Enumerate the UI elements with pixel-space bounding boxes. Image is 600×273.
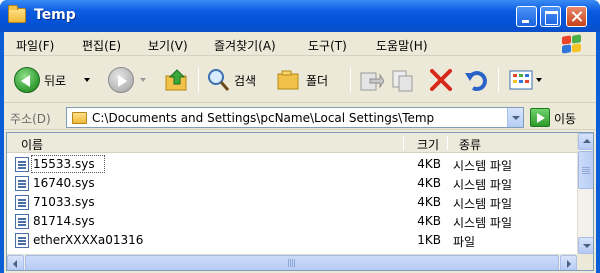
system-file-icon bbox=[15, 214, 29, 229]
system-file-icon bbox=[15, 195, 29, 210]
windows-logo-icon bbox=[560, 34, 584, 55]
scroll-up-button[interactable] bbox=[578, 133, 593, 150]
vertical-scrollbar[interactable] bbox=[577, 133, 593, 254]
scroll-left-button[interactable] bbox=[7, 255, 24, 270]
address-input[interactable]: C:\Documents and Settings\pcName\Local S… bbox=[66, 107, 524, 128]
delete-button[interactable] bbox=[428, 65, 454, 95]
system-file-icon bbox=[15, 157, 29, 172]
back-arrow-icon bbox=[14, 67, 40, 93]
file-size: 1KB bbox=[417, 233, 441, 247]
folders-button[interactable]: 폴더 bbox=[276, 65, 328, 95]
address-dropdown-button[interactable] bbox=[507, 108, 523, 127]
column-header-size[interactable]: 크기 bbox=[417, 133, 439, 153]
file-list[interactable]: 이름 크기 종류 15533.sys 4KB 시스템 파일 16740.sys … bbox=[6, 132, 594, 271]
file-size: 4KB bbox=[417, 195, 441, 209]
copy-to-button[interactable] bbox=[390, 65, 416, 95]
column-divider[interactable] bbox=[447, 136, 448, 150]
folder-icon bbox=[72, 112, 87, 124]
search-button[interactable]: 검색 bbox=[206, 65, 256, 95]
toolbar-separator bbox=[498, 67, 499, 93]
file-type: 시스템 파일 bbox=[453, 197, 513, 211]
delete-icon bbox=[430, 69, 452, 91]
explorer-window: Temp 파일(F) 편집(E) 보기(V) 즐겨찾기(A) 도구(T) 도움말… bbox=[0, 0, 600, 273]
column-headers: 이름 크기 종류 bbox=[7, 133, 577, 153]
file-size: 4KB bbox=[417, 214, 441, 228]
copy-to-icon bbox=[392, 70, 413, 92]
menu-file[interactable]: 파일(F) bbox=[16, 37, 54, 54]
menu-tools[interactable]: 도구(T) bbox=[308, 37, 347, 54]
system-file-icon bbox=[15, 176, 29, 191]
grip-icon bbox=[582, 166, 590, 174]
column-header-type[interactable]: 종류 bbox=[459, 133, 481, 153]
back-button[interactable]: 뒤로 bbox=[14, 65, 91, 95]
undo-icon bbox=[465, 71, 487, 91]
forward-arrow-icon bbox=[108, 67, 134, 93]
search-icon bbox=[208, 69, 230, 91]
scrollbar-corner bbox=[577, 254, 593, 270]
close-button[interactable] bbox=[566, 6, 587, 27]
column-divider[interactable] bbox=[403, 136, 404, 150]
toolbar: 뒤로 검색 폴더 bbox=[4, 57, 596, 103]
file-type: 시스템 파일 bbox=[453, 159, 513, 173]
views-button[interactable] bbox=[508, 65, 542, 95]
scroll-right-button[interactable] bbox=[560, 255, 577, 270]
views-icon bbox=[509, 70, 533, 90]
toolbar-separator bbox=[350, 67, 351, 93]
folders-icon bbox=[277, 70, 299, 90]
file-name: 71033.sys bbox=[33, 195, 95, 209]
window-body: 파일(F) 편집(E) 보기(V) 즐겨찾기(A) 도구(T) 도움말(H) 뒤… bbox=[4, 32, 596, 273]
chevron-down-icon[interactable] bbox=[536, 78, 542, 82]
file-type: 파일 bbox=[453, 235, 476, 249]
scroll-down-button[interactable] bbox=[578, 237, 593, 254]
grip-icon bbox=[288, 259, 296, 267]
menu-favorites[interactable]: 즐겨찾기(A) bbox=[214, 37, 276, 54]
file-size: 4KB bbox=[417, 157, 441, 171]
folder-icon bbox=[8, 5, 26, 23]
file-name: 15533.sys bbox=[33, 157, 95, 171]
chevron-down-icon[interactable] bbox=[140, 78, 146, 82]
up-folder-icon bbox=[165, 69, 187, 91]
file-name: 16740.sys bbox=[33, 176, 95, 190]
back-label: 뒤로 bbox=[44, 73, 67, 88]
file-rows: 15533.sys 4KB 시스템 파일 16740.sys 4KB 시스템 파… bbox=[7, 155, 577, 250]
column-header-name[interactable]: 이름 bbox=[21, 133, 43, 153]
move-to-button[interactable] bbox=[358, 65, 384, 95]
up-folder-button[interactable] bbox=[164, 65, 190, 95]
list-item[interactable]: 81714.sys 4KB 시스템 파일 bbox=[7, 212, 577, 231]
maximize-button[interactable] bbox=[540, 6, 561, 27]
search-label: 검색 bbox=[234, 73, 257, 88]
file-size: 4KB bbox=[417, 176, 441, 190]
minimize-button[interactable] bbox=[516, 6, 537, 27]
list-item[interactable]: 71033.sys 4KB 시스템 파일 bbox=[7, 193, 577, 212]
address-bar: 주소(D) C:\Documents and Settings\pcName\L… bbox=[4, 104, 596, 130]
list-item[interactable]: etherXXXXa01316 1KB 파일 bbox=[7, 231, 577, 250]
address-path: C:\Documents and Settings\pcName\Local S… bbox=[92, 111, 435, 125]
toolbar-separator bbox=[198, 67, 199, 93]
move-to-icon bbox=[360, 72, 384, 91]
menu-edit[interactable]: 편집(E) bbox=[82, 37, 121, 54]
file-type: 시스템 파일 bbox=[453, 178, 513, 192]
file-name: 81714.sys bbox=[33, 214, 95, 228]
window-title: Temp bbox=[34, 7, 76, 23]
list-item[interactable]: 15533.sys 4KB 시스템 파일 bbox=[7, 155, 577, 174]
go-arrow-icon[interactable] bbox=[530, 108, 550, 127]
horizontal-scroll-thumb[interactable] bbox=[25, 255, 559, 270]
list-item[interactable]: 16740.sys 4KB 시스템 파일 bbox=[7, 174, 577, 193]
chevron-down-icon[interactable] bbox=[84, 78, 91, 82]
go-button-label[interactable]: 이동 bbox=[554, 110, 576, 127]
folders-label: 폴더 bbox=[306, 73, 329, 88]
menu-view[interactable]: 보기(V) bbox=[148, 37, 188, 54]
file-type: 시스템 파일 bbox=[453, 216, 513, 230]
undo-button[interactable] bbox=[464, 65, 490, 95]
file-name: etherXXXXa01316 bbox=[33, 233, 144, 247]
address-label: 주소(D) bbox=[10, 112, 51, 126]
horizontal-scrollbar[interactable] bbox=[7, 254, 577, 270]
title-bar[interactable]: Temp bbox=[0, 0, 600, 32]
menu-help[interactable]: 도움말(H) bbox=[376, 37, 428, 54]
forward-button[interactable] bbox=[108, 65, 146, 95]
vertical-scroll-thumb[interactable] bbox=[578, 151, 593, 189]
file-icon bbox=[15, 233, 29, 248]
menu-bar: 파일(F) 편집(E) 보기(V) 즐겨찾기(A) 도구(T) 도움말(H) bbox=[4, 32, 596, 56]
